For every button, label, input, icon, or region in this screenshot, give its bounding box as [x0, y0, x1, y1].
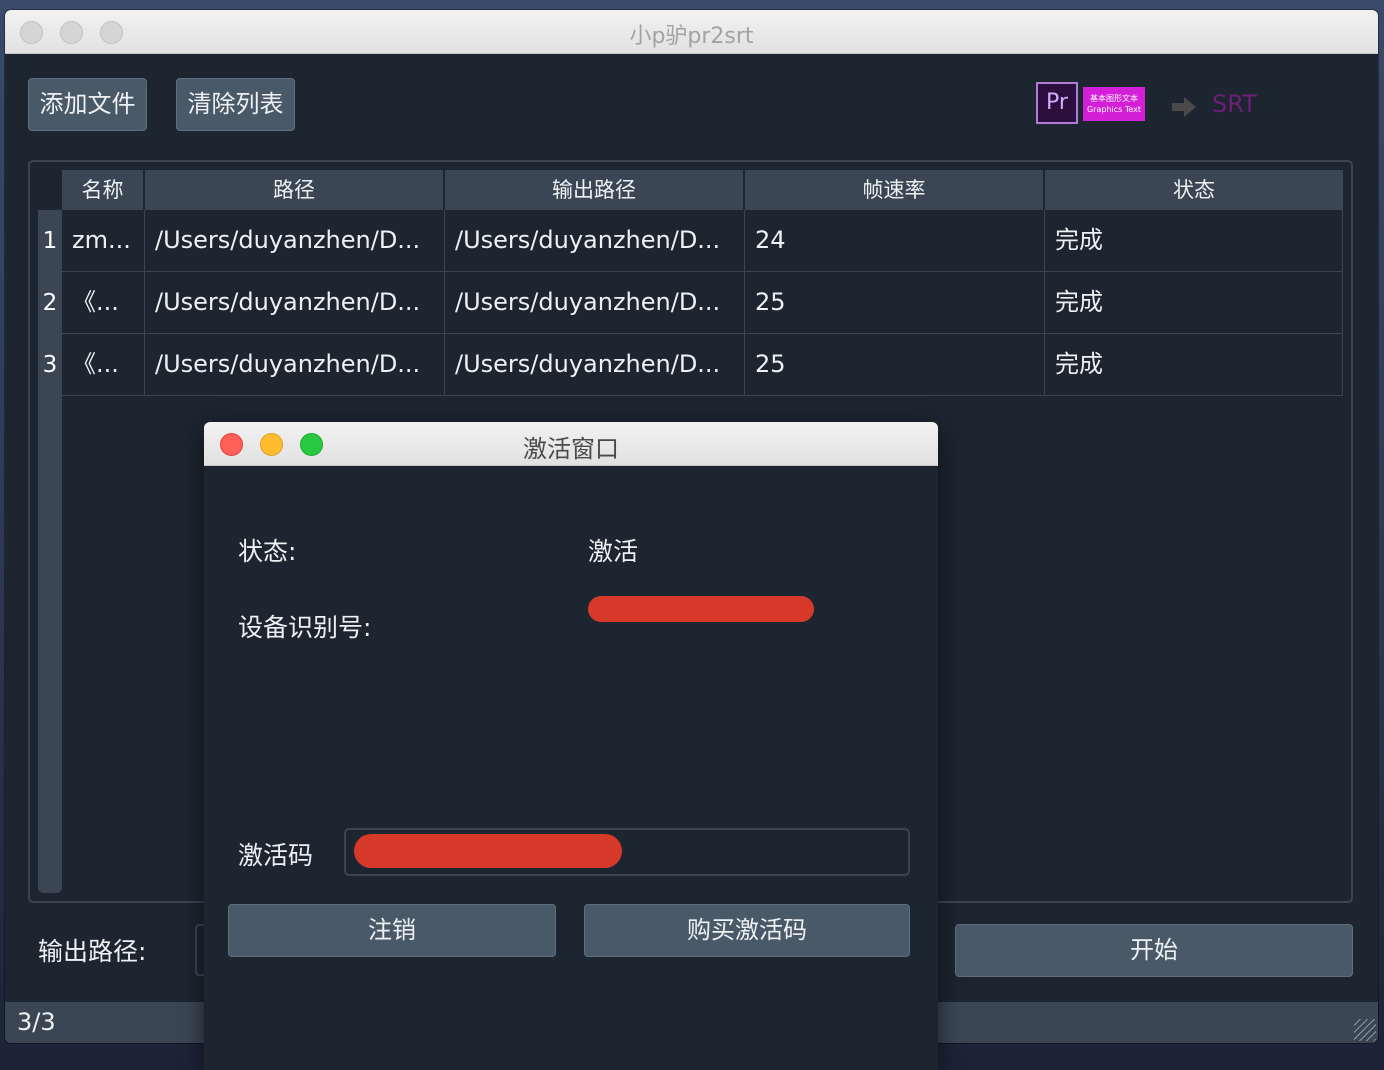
activation-status-value: 激活	[588, 537, 639, 566]
row-number: 1	[42, 228, 58, 254]
activation-dialog: 激活窗口 状态: 激活 设备识别号: 激活码 注销 购买激活码	[204, 422, 938, 1070]
activation-code-label: 激活码	[238, 841, 314, 870]
table-cell-fps[interactable]: 24	[745, 210, 1045, 272]
table-cell-fps[interactable]: 25	[745, 272, 1045, 334]
table-cell-name[interactable]: 《...	[62, 272, 145, 334]
device-id-label: 设备识别号:	[238, 613, 372, 642]
activation-status-label: 状态:	[238, 537, 297, 566]
table-cell-output[interactable]: /Users/duyanzhen/D...	[445, 272, 745, 334]
arrow-right-icon	[1172, 97, 1196, 117]
device-id-redaction	[588, 596, 814, 622]
dialog-title: 激活窗口	[523, 435, 619, 463]
table-cell-output[interactable]: /Users/duyanzhen/D...	[445, 334, 745, 396]
start-button[interactable]: 开始	[955, 924, 1353, 977]
activation-code-redaction	[354, 834, 622, 868]
progress-count: 3/3	[17, 1008, 56, 1036]
table-cell-status[interactable]: 完成	[1045, 334, 1343, 396]
table-cell-path[interactable]: /Users/duyanzhen/D...	[145, 272, 445, 334]
main-titlebar[interactable]: 小p驴pr2srt	[5, 10, 1378, 54]
premiere-icon: Pr	[1036, 82, 1078, 124]
motion-graphics-icon: 基本图形文本 Graphics Text	[1083, 87, 1145, 121]
column-header-name[interactable]: 名称	[62, 170, 145, 210]
table-cell-path[interactable]: /Users/duyanzhen/D...	[145, 334, 445, 396]
table-cell-name[interactable]: 《...	[62, 334, 145, 396]
logout-button[interactable]: 注销	[228, 904, 556, 957]
buy-activation-code-button[interactable]: 购买激活码	[584, 904, 910, 957]
table-cell-fps[interactable]: 25	[745, 334, 1045, 396]
column-header-path[interactable]: 路径	[145, 170, 445, 210]
add-files-button[interactable]: 添加文件	[28, 78, 147, 131]
table-cell-status[interactable]: 完成	[1045, 210, 1343, 272]
table-cell-name[interactable]: zm...	[62, 210, 145, 272]
column-header-fps[interactable]: 帧速率	[745, 170, 1045, 210]
resize-grip-icon[interactable]	[1354, 1019, 1376, 1041]
table-cell-output[interactable]: /Users/duyanzhen/D...	[445, 210, 745, 272]
row-number: 2	[42, 290, 58, 316]
dialog-titlebar[interactable]: 激活窗口	[204, 422, 938, 466]
column-header-status[interactable]: 状态	[1045, 170, 1343, 210]
output-path-label: 输出路径:	[38, 937, 147, 966]
pr-to-srt-logo: Pr 基本图形文本 Graphics Text SRT	[1036, 82, 1257, 127]
srt-label: SRT	[1212, 90, 1257, 118]
window-title: 小p驴pr2srt	[629, 24, 754, 49]
table-cell-status[interactable]: 完成	[1045, 272, 1343, 334]
column-header-output[interactable]: 输出路径	[445, 170, 745, 210]
clear-list-button[interactable]: 清除列表	[176, 78, 295, 131]
table-cell-path[interactable]: /Users/duyanzhen/D...	[145, 210, 445, 272]
row-number: 3	[42, 352, 58, 378]
